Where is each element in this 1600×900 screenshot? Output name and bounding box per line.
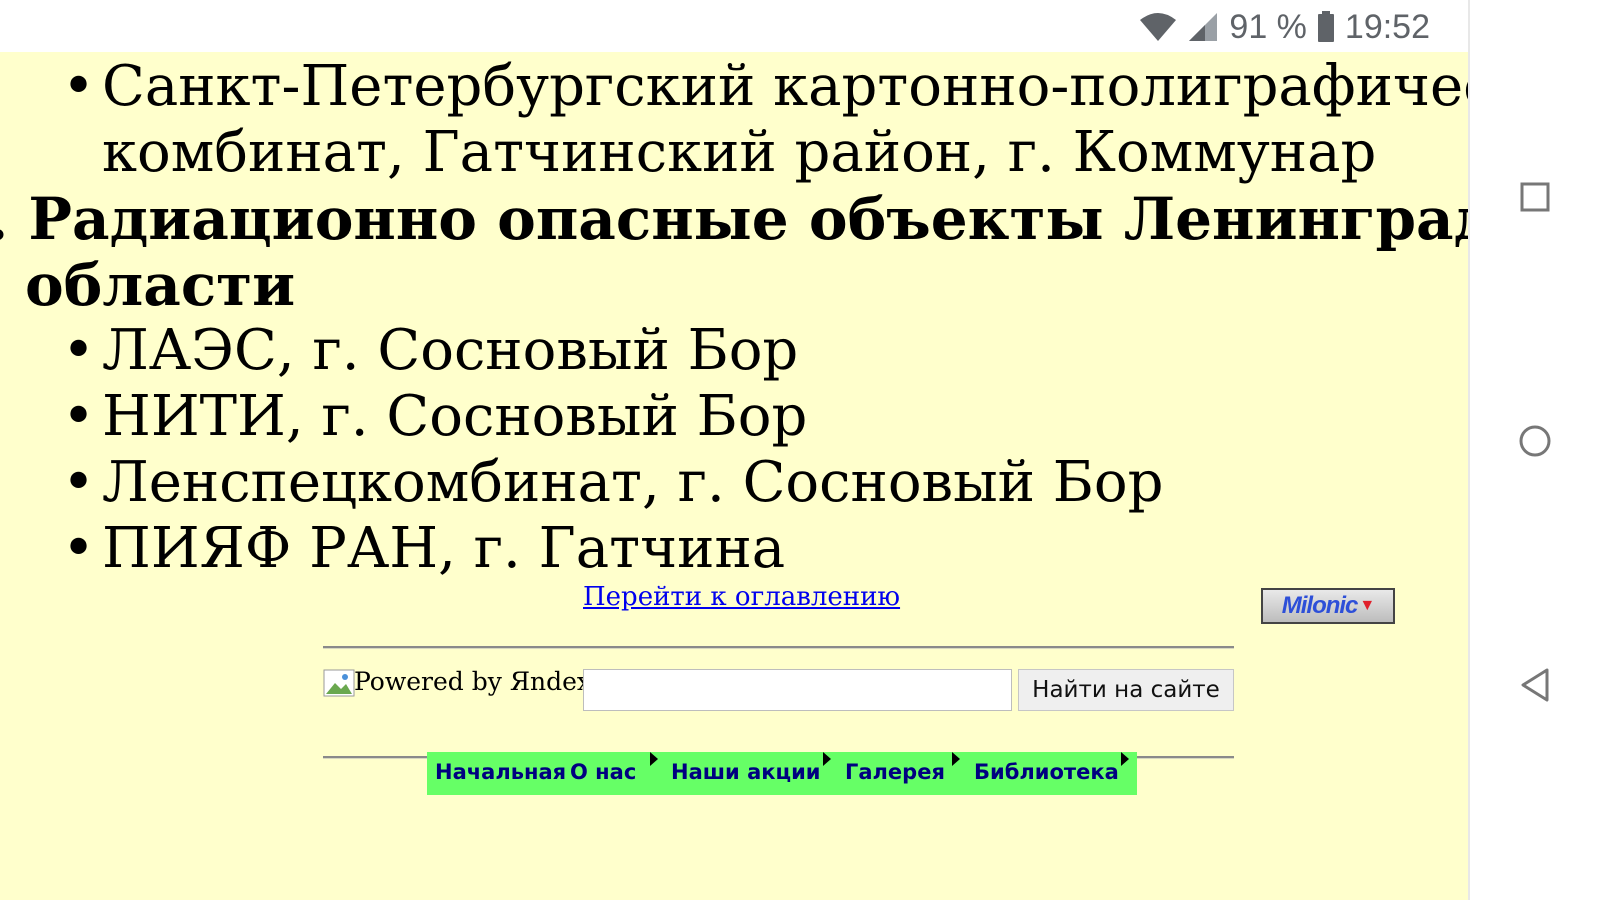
list-item: • ПИЯФ РАН, г. Гатчина	[62, 516, 786, 581]
home-button[interactable]	[1470, 424, 1600, 458]
list-item: • Санкт-Петербургский картонно-полиграфич…	[62, 54, 1468, 119]
list-item: • НИТИ, г. Сосновый Бор	[62, 384, 808, 449]
back-triangle-icon	[1521, 668, 1549, 702]
battery-percent: 91 %	[1229, 7, 1307, 46]
broken-image-icon	[323, 669, 355, 697]
signal-icon	[1187, 12, 1219, 42]
list-item-continuation: комбинат, Гатчинский район, г. Коммунар	[102, 120, 1377, 185]
menu-item-home[interactable]: Начальная	[435, 760, 566, 784]
submenu-arrow-icon	[823, 752, 831, 766]
submenu-arrow-icon	[1121, 752, 1129, 766]
circle-icon	[1519, 425, 1551, 457]
recents-button[interactable]	[1470, 182, 1600, 212]
status-icons: 91 % 19:52	[1139, 6, 1430, 48]
divider	[323, 646, 1234, 649]
submenu-arrow-icon	[650, 752, 658, 766]
square-icon	[1520, 182, 1550, 212]
milonic-label: Milonic	[1281, 592, 1359, 619]
site-search-button[interactable]: Найти на сайте	[1018, 669, 1234, 711]
clock: 19:52	[1344, 7, 1430, 46]
submenu-arrow-icon	[952, 752, 960, 766]
menu-item-gallery[interactable]: Галерея	[845, 760, 945, 784]
menu-item-about[interactable]: О нас	[570, 760, 636, 784]
page-content: • Санкт-Петербургский картонно-полиграфич…	[0, 52, 1468, 900]
status-bar: 91 % 19:52	[0, 0, 1468, 52]
site-menu: Начальная О нас Наши акции Галерея Библи…	[427, 752, 1137, 795]
section-heading: . Радиационно опасные объекты Ленинградс…	[0, 185, 1468, 253]
down-triangle-icon: ▼	[1359, 597, 1375, 614]
toc-link[interactable]: Перейти к оглавлению	[583, 582, 900, 612]
menu-item-library[interactable]: Библиотека	[974, 760, 1119, 784]
wifi-icon	[1139, 12, 1177, 42]
menu-item-actions[interactable]: Наши акции	[671, 760, 821, 784]
battery-icon	[1317, 11, 1335, 43]
powered-by-yandex: Powered by Яndex	[354, 667, 592, 696]
section-heading-continuation: области	[25, 251, 296, 319]
site-search-input[interactable]	[583, 669, 1012, 711]
list-item: • ЛАЭС, г. Сосновый Бор	[62, 318, 799, 383]
back-button[interactable]	[1470, 667, 1600, 703]
milonic-badge[interactable]: Milonic ▼	[1261, 588, 1395, 624]
system-navigation-bar	[1468, 0, 1600, 900]
list-item: • Ленспецкомбинат, г. Сосновый Бор	[62, 450, 1164, 515]
